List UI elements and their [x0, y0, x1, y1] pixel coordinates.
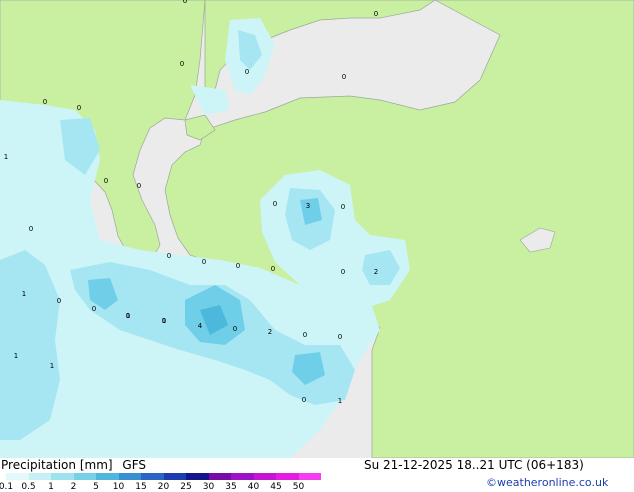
valid-time: Su 21-12-2025 18..21 UTC (06+183): [364, 458, 584, 472]
point-label: 1: [338, 397, 342, 405]
point-label: 0: [183, 0, 187, 5]
point-label: 0: [341, 203, 345, 211]
point-label: 0: [57, 297, 61, 305]
point-label: 0: [167, 252, 171, 260]
legend-tick-label: 50: [292, 482, 305, 492]
point-label: 0: [92, 305, 96, 313]
legend-tick-label: 10: [112, 482, 125, 492]
legend-tick-label: 15: [135, 482, 147, 492]
point-label: 0: [233, 325, 237, 333]
legend-swatch: [186, 473, 209, 480]
legend-swatch: [231, 473, 254, 480]
point-label: 0: [338, 333, 342, 341]
legend-tick-label: 25: [180, 482, 192, 492]
legend-tick-label: 30: [202, 482, 215, 492]
point-label: 2: [374, 268, 378, 276]
point-label: 0: [342, 73, 346, 81]
legend-swatch: [276, 473, 299, 480]
legend-tick-label: 1: [48, 482, 54, 492]
legend-swatch: [163, 473, 186, 480]
point-label: 0: [77, 104, 81, 112]
point-label: 0: [104, 177, 108, 185]
legend-tick-label: 35: [225, 482, 237, 492]
legend-title: Precipitation [mm] GFS: [1, 458, 146, 472]
legend-swatch: [96, 473, 119, 480]
point-label: 0: [374, 10, 378, 18]
point-label: 0: [302, 396, 306, 404]
legend-tick-label: 2: [70, 482, 77, 492]
point-label: 0: [236, 262, 240, 270]
point-label: 1: [14, 352, 18, 360]
point-label: 0: [271, 265, 275, 273]
legend-swatch: [253, 473, 276, 480]
legend-tick-label: 5: [93, 482, 99, 492]
legend-swatch: [28, 473, 51, 480]
point-label: 1: [162, 317, 166, 325]
point-label: 3: [306, 202, 310, 210]
point-label: 0: [137, 182, 141, 190]
point-label: 0: [273, 200, 277, 208]
legend-title-text: Precipitation [mm]: [1, 458, 113, 472]
legend-swatch: [51, 473, 74, 480]
point-label: 1: [22, 290, 26, 298]
point-label: 0: [43, 98, 47, 106]
point-label: 0: [202, 258, 206, 266]
point-label: 1: [4, 153, 8, 161]
point-label: 4: [198, 322, 203, 330]
legend-swatch: [141, 473, 164, 480]
point-label: 0: [245, 68, 249, 76]
point-label: 1: [126, 312, 130, 320]
point-label: 0: [180, 60, 184, 68]
point-label: 1: [50, 362, 54, 370]
map-footer: Precipitation [mm] GFS Su 21-12-2025 18.…: [0, 458, 634, 492]
legend-swatch: [298, 473, 321, 480]
legend-swatch: [6, 473, 29, 480]
legend-tick-label: 40: [247, 482, 260, 492]
legend-swatch: [73, 473, 96, 480]
legend-tick-label: 0.1: [0, 482, 14, 492]
legend-tick-label: 45: [270, 482, 282, 492]
legend-swatch: [208, 473, 231, 480]
point-label: 2: [268, 328, 272, 336]
precipitation-map: 0 0 0 0 0 0 1 0 0 0 0 0 0 0 0 3 0 0 0 0 …: [0, 0, 634, 458]
credit-link[interactable]: ©weatheronline.co.uk: [486, 476, 608, 489]
point-label: 0: [29, 225, 33, 233]
point-label: 0: [341, 268, 345, 276]
legend-swatch: [118, 473, 141, 480]
point-label: 0: [303, 331, 307, 339]
legend-tick-label: 20: [157, 482, 170, 492]
model-name: GFS: [122, 458, 146, 472]
legend-tick-label: 0.5: [21, 482, 36, 492]
